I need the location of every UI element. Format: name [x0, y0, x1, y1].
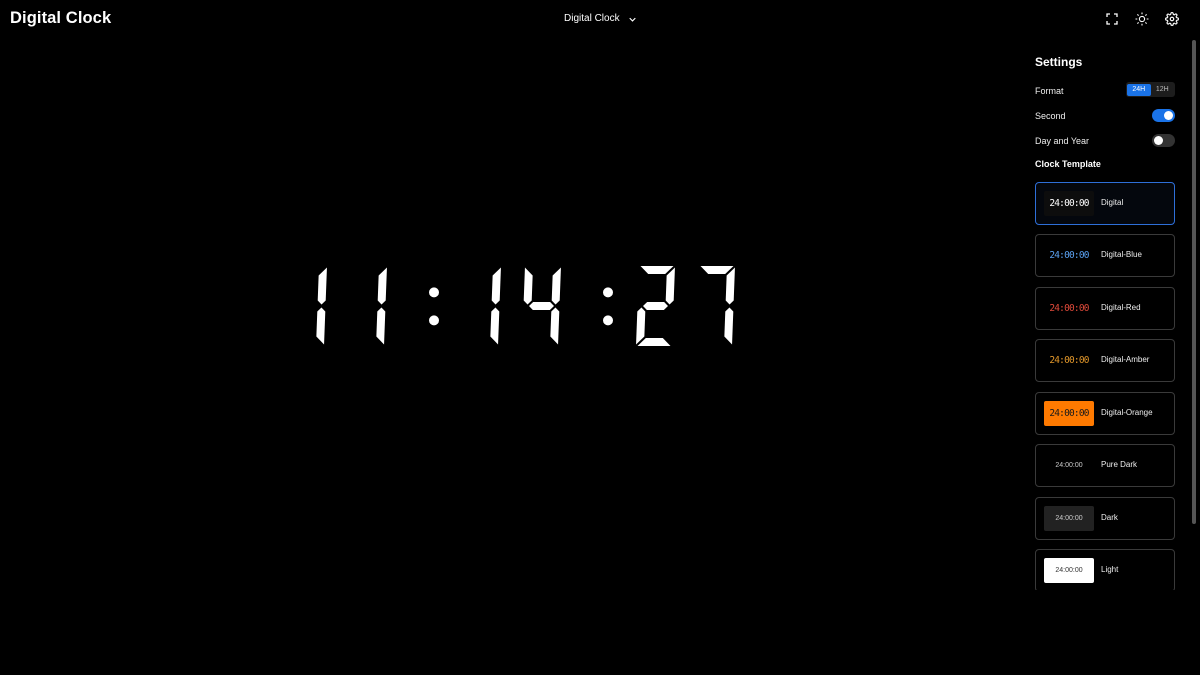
segment-c: [376, 307, 386, 345]
template-preview: 24:00:00: [1044, 506, 1094, 531]
format-option-24h[interactable]: 24H: [1127, 83, 1151, 96]
template-preview: 24:00:00: [1044, 348, 1094, 373]
day-year-toggle[interactable]: [1152, 134, 1175, 147]
segment-b: [377, 267, 387, 305]
colon-dot-1-1: [429, 287, 439, 298]
template-digital-amber[interactable]: 24:00:00 Digital-Amber: [1035, 339, 1175, 382]
segment-e: [636, 307, 646, 345]
clock-digit-3: [490, 267, 501, 345]
format-label: Format: [1035, 86, 1064, 96]
template-light[interactable]: 24:00:00 Light: [1035, 549, 1175, 590]
template-name: Digital-Blue: [1101, 250, 1142, 259]
segment-a: [700, 266, 734, 274]
scrollbar-thumb[interactable]: [1192, 40, 1196, 524]
template-preview: 24:00:00: [1044, 558, 1094, 583]
clock-display: [284, 266, 735, 350]
template-name: Pure Dark: [1101, 460, 1138, 469]
settings-title: Settings: [1035, 55, 1083, 69]
clock-type-label: Digital Clock: [564, 13, 620, 24]
template-name: Light: [1101, 565, 1119, 574]
template-preview: 24:00:00: [1044, 191, 1094, 216]
colon-dot-2-2: [603, 315, 613, 326]
segment-f: [523, 267, 533, 305]
template-digital-orange[interactable]: 24:00:00 Digital-Orange: [1035, 392, 1175, 435]
segment-b: [551, 267, 561, 305]
clock-digit-6: [700, 266, 735, 345]
segment-b: [317, 267, 327, 305]
template-name: Digital-Red: [1101, 303, 1141, 312]
segment-c: [490, 307, 500, 345]
template-name: Dark: [1101, 513, 1118, 522]
clock-digit-2: [376, 267, 387, 345]
segment-b: [665, 267, 675, 305]
colon-dot-1-2: [429, 315, 439, 326]
template-preview: 24:00:00: [1044, 453, 1094, 478]
template-digital-blue[interactable]: 24:00:00 Digital-Blue: [1035, 234, 1175, 277]
chevron-down-icon: [628, 15, 636, 22]
app-title: Digital Clock: [10, 9, 112, 27]
template-digital[interactable]: 24:00:00 Digital: [1035, 182, 1175, 225]
template-preview: 24:00:00: [1044, 243, 1094, 268]
template-digital-red[interactable]: 24:00:00 Digital-Red: [1035, 287, 1175, 330]
template-preview: 24:00:00: [1044, 296, 1094, 321]
template-preview: 24:00:00: [1044, 401, 1094, 426]
clock-digit-4: [523, 267, 561, 345]
format-toggle[interactable]: 24H 12H: [1126, 82, 1175, 97]
template-name: Digital-Amber: [1101, 355, 1150, 364]
clock-type-dropdown[interactable]: Digital Clock: [564, 13, 636, 24]
segment-c: [316, 307, 326, 345]
colon-dot-2-1: [603, 287, 613, 298]
segment-c: [550, 307, 560, 345]
segment-g: [529, 302, 554, 310]
segment-d: [637, 338, 671, 346]
second-toggle[interactable]: [1152, 109, 1175, 122]
clock-template-title: Clock Template: [1035, 159, 1101, 169]
segment-b: [491, 267, 501, 305]
segment-b: [725, 267, 735, 305]
template-dark[interactable]: 24:00:00 Dark: [1035, 497, 1175, 540]
clock-digit-1: [316, 267, 327, 345]
segment-g: [643, 302, 668, 310]
template-name: Digital-Orange: [1101, 408, 1153, 417]
settings-scrollbar[interactable]: [1190, 0, 1200, 590]
segment-c: [724, 307, 734, 345]
second-label: Second: [1035, 111, 1066, 121]
day-year-label: Day and Year: [1035, 136, 1090, 146]
clock-digit-5: [636, 266, 675, 346]
segment-a: [640, 266, 674, 274]
template-pure-dark[interactable]: 24:00:00 Pure Dark: [1035, 444, 1175, 487]
seven-segment-clock: [316, 266, 735, 346]
format-option-12h[interactable]: 12H: [1151, 84, 1175, 96]
template-name: Digital: [1101, 198, 1124, 207]
settings-panel: Settings Format 24H 12H Second Day and Y…: [1035, 0, 1175, 590]
